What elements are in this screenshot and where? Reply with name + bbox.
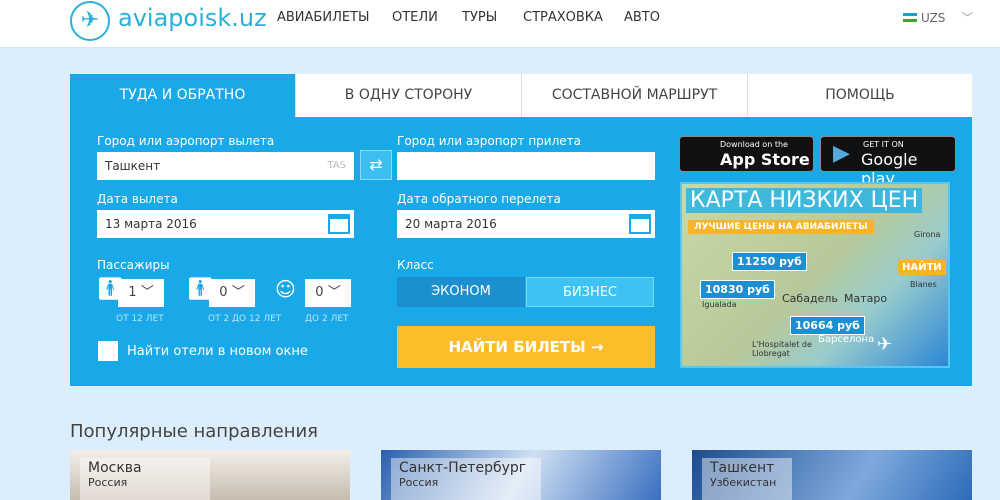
nav-tours[interactable]: ТУРЫ bbox=[462, 10, 497, 25]
card-label: Москва Россия bbox=[80, 458, 210, 500]
play-icon: ▶ bbox=[833, 141, 850, 166]
arrow-right-icon: → bbox=[590, 338, 604, 356]
from-value: Ташкент bbox=[105, 159, 161, 173]
price-tag[interactable]: 11250 руб bbox=[732, 252, 807, 271]
adults-note: ОТ 12 ЛЕТ bbox=[116, 314, 164, 324]
card-country: Узбекистан bbox=[710, 476, 777, 489]
children-value: 0 bbox=[219, 285, 228, 300]
card-country: Россия bbox=[399, 476, 439, 489]
map-city: Сабадель bbox=[782, 292, 838, 305]
depart-value: 13 марта 2016 bbox=[105, 217, 197, 231]
map-city: Барселона bbox=[818, 334, 875, 345]
tab-help[interactable]: ПОМОЩЬ bbox=[747, 74, 972, 117]
currency-label: UZS bbox=[921, 10, 946, 25]
calendar-icon[interactable] bbox=[328, 214, 350, 234]
return-label: Дата обратного перелета bbox=[397, 192, 561, 206]
nav-flights[interactable]: АВИАБИЛЕТЫ bbox=[277, 10, 369, 25]
return-value: 20 марта 2016 bbox=[405, 217, 497, 231]
hotel-checkbox-label[interactable]: Найти отели в новом окне bbox=[127, 344, 308, 359]
map-title: КАРТА НИЗКИХ ЦЕН bbox=[686, 188, 923, 213]
swap-icon[interactable]: ⇄ bbox=[360, 150, 392, 180]
card-label: Санкт-Петербург Россия bbox=[391, 458, 541, 500]
calendar-icon[interactable] bbox=[629, 214, 651, 234]
nav-hotels[interactable]: ОТЕЛИ bbox=[392, 10, 438, 25]
map-find-button[interactable]: НАЙТИ bbox=[898, 260, 946, 275]
price-tag[interactable]: 10664 руб bbox=[790, 316, 865, 335]
price-tag[interactable]: 10830 руб bbox=[700, 280, 775, 299]
infant-icon: ☺ bbox=[275, 277, 296, 301]
class-economy[interactable]: ЭКОНОМ bbox=[397, 277, 525, 307]
depart-input[interactable]: 13 марта 2016 bbox=[97, 210, 354, 238]
depart-label: Дата вылета bbox=[97, 192, 178, 206]
tab-one-way[interactable]: В ОДНУ СТОРОНУ bbox=[295, 74, 521, 117]
logo-text[interactable]: aviapoisk.uz bbox=[118, 4, 267, 32]
chevron-down-icon: ﹀ bbox=[961, 11, 974, 25]
tab-round-trip[interactable]: ТУДА И ОБРАТНО bbox=[70, 74, 295, 117]
plane-logo-icon[interactable]: ✈ bbox=[70, 1, 110, 41]
from-code: TAS bbox=[327, 160, 346, 171]
children-select[interactable]: 0 ﹀ bbox=[209, 279, 255, 307]
google-play-button[interactable]: ▶ GET IT ON Google play bbox=[820, 136, 956, 188]
adults-select[interactable]: 1 ﹀ bbox=[118, 279, 164, 307]
search-button-label: НАЙТИ БИЛЕТЫ bbox=[448, 338, 586, 356]
card-label: Ташкент Узбекистан bbox=[702, 458, 792, 500]
destination-card-tashkent[interactable]: Ташкент Узбекистан bbox=[692, 450, 972, 500]
map-city: Igualada bbox=[702, 300, 737, 309]
app-store-button[interactable]: Download on the App Store bbox=[679, 136, 814, 172]
map-city: Blanes bbox=[910, 280, 937, 289]
popular-title: Популярные направления bbox=[70, 421, 319, 442]
uzbekistan-flag-icon bbox=[903, 13, 917, 22]
infants-note: ДО 2 ЛЕТ bbox=[305, 314, 349, 324]
card-city: Санкт-Петербург bbox=[399, 460, 527, 476]
map-city: Girona bbox=[914, 230, 941, 239]
hotel-checkbox[interactable] bbox=[98, 341, 118, 361]
site-header: ✈ aviapoisk.uz АВИАБИЛЕТЫ ОТЕЛИ ТУРЫ СТР… bbox=[0, 0, 1000, 48]
appstore-small: Download on the bbox=[720, 140, 788, 149]
airplane-icon: ✈ bbox=[877, 334, 893, 355]
map-city: Матаро bbox=[844, 292, 888, 305]
to-input[interactable] bbox=[397, 152, 655, 180]
google-small: GET IT ON bbox=[863, 140, 904, 149]
from-input[interactable]: Ташкент TAS bbox=[97, 152, 354, 180]
map-city: L'Hospitalet de Llobregat bbox=[752, 340, 812, 358]
return-input[interactable]: 20 марта 2016 bbox=[397, 210, 655, 238]
destination-card-spb[interactable]: Санкт-Петербург Россия bbox=[381, 450, 661, 500]
adults-value: 1 bbox=[128, 285, 137, 300]
destination-card-moscow[interactable]: Москва Россия bbox=[70, 450, 350, 500]
passengers-label: Пассажиры bbox=[97, 258, 170, 272]
nav-insurance[interactable]: СТРАХОВКА bbox=[523, 10, 603, 25]
card-city: Ташкент bbox=[710, 460, 775, 476]
children-note: ОТ 2 ДО 12 ЛЕТ bbox=[208, 314, 282, 324]
infants-value: 0 bbox=[315, 285, 324, 300]
card-city: Москва bbox=[88, 460, 142, 476]
tab-multi-route[interactable]: СОСТАВНОЙ МАРШРУТ bbox=[521, 74, 747, 117]
currency-select[interactable]: UZS ﹀ bbox=[903, 9, 973, 26]
card-country: Россия bbox=[88, 476, 128, 489]
infants-select[interactable]: 0 ﹀ bbox=[305, 279, 351, 307]
class-business[interactable]: БИЗНЕС bbox=[526, 277, 654, 307]
low-price-map[interactable]: КАРТА НИЗКИХ ЦЕН ЛУЧШИЕ ЦЕНЫ НА АВИАБИЛЕ… bbox=[680, 182, 950, 368]
map-subtitle: ЛУЧШИЕ ЦЕНЫ НА АВИАБИЛЕТЫ bbox=[688, 220, 874, 234]
from-label: Город или аэропорт вылета bbox=[97, 134, 275, 148]
search-panel: ТУДА И ОБРАТНО В ОДНУ СТОРОНУ СОСТАВНОЙ … bbox=[70, 74, 972, 386]
to-label: Город или аэропорт прилета bbox=[397, 134, 581, 148]
appstore-label: App Store bbox=[720, 150, 810, 169]
nav-cars[interactable]: АВТО bbox=[624, 10, 660, 25]
class-label: Класс bbox=[397, 258, 434, 272]
search-button[interactable]: НАЙТИ БИЛЕТЫ → bbox=[397, 326, 655, 368]
